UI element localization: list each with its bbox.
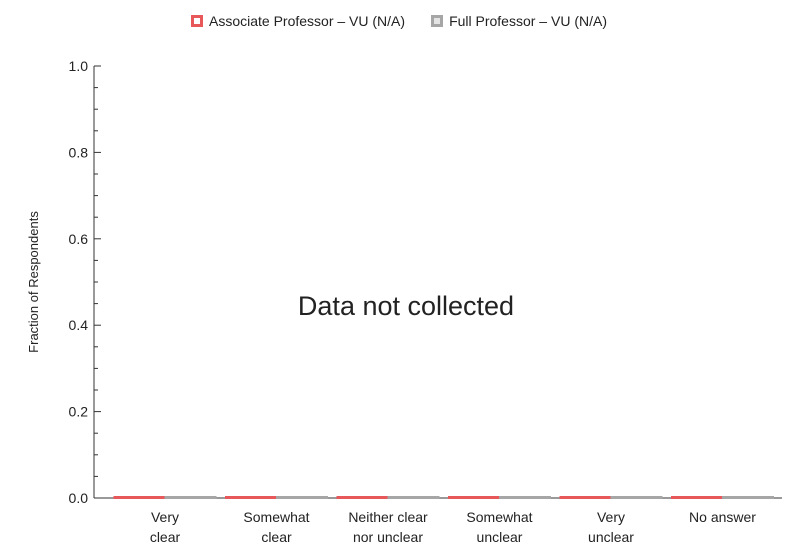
- bar: [113, 496, 166, 499]
- bar: [559, 496, 612, 499]
- y-tick-label: 0.6: [69, 231, 89, 247]
- x-axis-labels: Very clear Somewhat clear Neither clear nor u…: [150, 509, 756, 545]
- x-category-label: Somewhat: [243, 509, 309, 525]
- y-tick-label: 0.0: [69, 490, 89, 506]
- x-category-label: Neither clear: [348, 509, 428, 525]
- x-category-label: nor unclear: [353, 529, 423, 545]
- x-category-label: unclear: [477, 529, 523, 545]
- bar: [225, 496, 277, 499]
- x-category-label: Very: [597, 509, 625, 525]
- x-category-label: No answer: [689, 509, 756, 525]
- y-tick-label: 1.0: [69, 58, 89, 74]
- x-category-label: clear: [150, 529, 181, 545]
- x-category-label: clear: [261, 529, 292, 545]
- x-category-label: Somewhat: [466, 509, 532, 525]
- bar: [610, 496, 663, 499]
- bar: [336, 496, 389, 499]
- y-axis: 0.0 0.2 0.4 0.6 0.8 1.0: [69, 58, 782, 506]
- y-tick-label: 0.8: [69, 144, 89, 160]
- x-category-label: Very: [151, 509, 179, 525]
- y-axis-label: Fraction of Respondents: [26, 211, 41, 353]
- bar: [164, 496, 217, 499]
- y-tick-label: 0.2: [69, 404, 89, 420]
- no-data-annotation: Data not collected: [298, 291, 514, 321]
- bar: [276, 496, 328, 499]
- x-category-label: unclear: [588, 529, 634, 545]
- y-tick-label: 0.4: [69, 317, 89, 333]
- bar-chart: 0.0 0.2 0.4 0.6 0.8 1.0 Very clear Somewhat clea…: [26, 58, 782, 545]
- bar: [499, 496, 551, 499]
- bar: [722, 496, 774, 499]
- bar: [387, 496, 440, 499]
- bar: [671, 496, 723, 499]
- bar: [448, 496, 500, 499]
